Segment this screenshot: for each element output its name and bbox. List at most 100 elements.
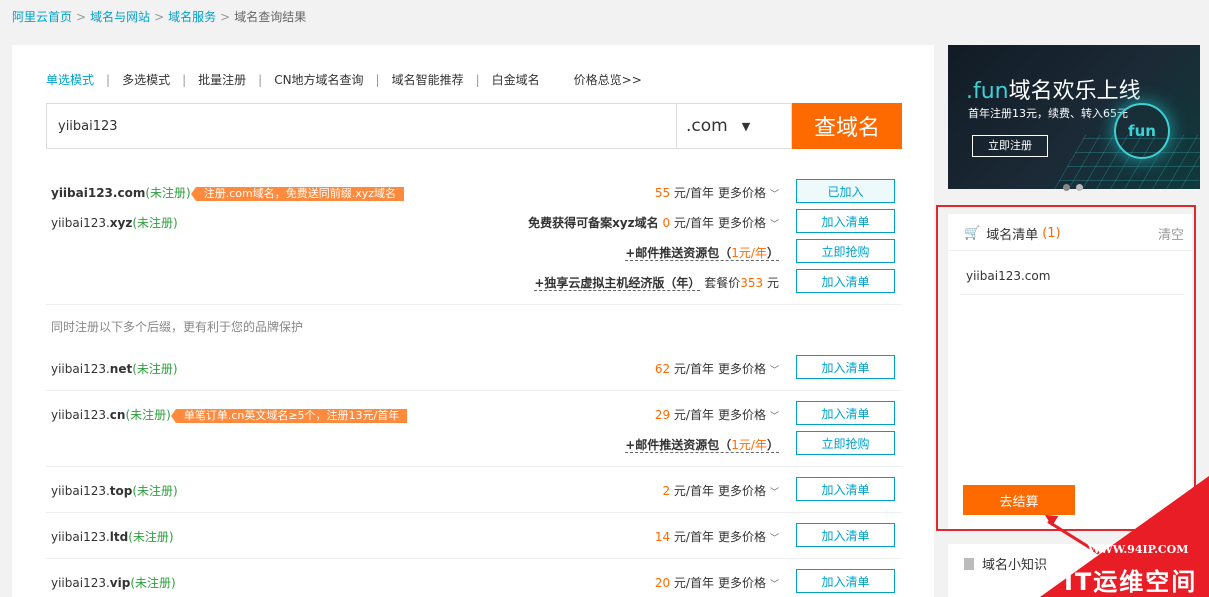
more-prices-link[interactable]: 更多价格 xyxy=(718,576,766,590)
banner-title: .fun域名欢乐上线 xyxy=(966,73,1141,105)
price-unit: 元/首年 xyxy=(673,530,714,544)
addon-row-mail: +邮件推送资源包（1元/年） 立即抢购 xyxy=(46,239,901,263)
domain-suffix: xyz xyxy=(109,216,133,230)
breadcrumb-separator: > xyxy=(220,10,231,24)
chevron-down-icon: ﹀ xyxy=(769,220,779,230)
price-unit: 元/首年 xyxy=(673,576,714,590)
tab-platinum-domain[interactable]: 白金域名 xyxy=(492,71,540,88)
result-row-com: yiibai123.com(未注册) 注册.com域名，免费送同前缀.xyz域名 … xyxy=(46,179,901,203)
addon-close: ） xyxy=(766,246,779,260)
more-prices-link[interactable]: 更多价格 xyxy=(718,530,766,544)
price-value: 20 xyxy=(654,576,671,590)
breadcrumb: 阿里云首页 > 域名与网站 > 域名服务 > 域名查询结果 xyxy=(12,8,306,25)
domain-price: 55 元/首年 更多价格 ﹀ xyxy=(655,184,779,201)
price-overview-link[interactable]: 价格总览>> xyxy=(574,71,642,88)
domain-name: yiibai123.ltd(未注册) xyxy=(51,528,174,545)
price-value: 2 xyxy=(662,484,671,498)
promo-tag: 单笔订单.cn英文域名≥5个，注册13元/首年 xyxy=(170,408,408,423)
addon-price: 1元/年 xyxy=(731,438,767,452)
suffix-hint: 同时注册以下多个后缀，更有利于您的品牌保护 xyxy=(51,320,304,334)
divider xyxy=(46,390,901,391)
addon-text: +独享云虚拟主机经济版（年） 套餐价353 元 xyxy=(534,274,779,291)
divider xyxy=(46,304,901,305)
add-to-list-button[interactable]: 加入清单 xyxy=(796,523,895,547)
result-row-cn: yiibai123.cn(未注册) 单笔订单.cn英文域名≥5个，注册13元/首年… xyxy=(46,401,901,425)
tab-cn-local[interactable]: CN地方域名查询 xyxy=(274,71,363,88)
search-domain-button[interactable]: 查域名 xyxy=(792,103,902,149)
more-prices-link[interactable]: 更多价格 xyxy=(718,216,766,230)
mode-tabs: 单选模式 | 多选模式 | 批量注册 | CN地方域名查询 | 域名智能推荐 |… xyxy=(46,71,642,88)
addon-row-vhost: +独享云虚拟主机经济版（年） 套餐价353 元 加入清单 xyxy=(46,269,901,293)
breadcrumb-section-link[interactable]: 域名与网站 xyxy=(90,10,150,24)
tab-single-mode[interactable]: 单选模式 xyxy=(46,71,94,88)
addon-unit: 元 xyxy=(766,276,779,290)
domain-price: 2 元/首年 更多价格 ﹀ xyxy=(662,482,779,499)
domain-name: yiibai123.net(未注册) xyxy=(51,360,178,377)
domain-search-input[interactable] xyxy=(46,103,676,149)
divider xyxy=(46,558,901,559)
breadcrumb-sub-link[interactable]: 域名服务 xyxy=(168,10,216,24)
breadcrumb-separator: > xyxy=(76,10,87,24)
more-prices-link[interactable]: 更多价格 xyxy=(718,408,766,422)
domain-prefix: yiibai123. xyxy=(51,530,110,544)
add-to-list-button[interactable]: 加入清单 xyxy=(796,355,895,379)
domain-name: yiibai123.vip(未注册) xyxy=(51,574,176,591)
promo-banner[interactable]: .fun域名欢乐上线 首年注册13元，续费、转入65元 立即注册 fun xyxy=(948,45,1200,189)
banner-register-button[interactable]: 立即注册 xyxy=(972,135,1048,157)
promo-tag: 注册.com域名，免费送同前缀.xyz域名 xyxy=(190,186,404,201)
breadcrumb-separator: > xyxy=(154,10,165,24)
tab-smart-recommend[interactable]: 域名智能推荐 xyxy=(392,71,464,88)
carousel-dot[interactable] xyxy=(1076,184,1083,191)
buy-now-button[interactable]: 立即抢购 xyxy=(796,239,895,263)
chevron-down-icon: ﹀ xyxy=(769,534,779,544)
domain-status: (未注册) xyxy=(132,362,178,376)
add-to-list-button[interactable]: 加入清单 xyxy=(796,477,895,501)
document-icon xyxy=(964,557,974,570)
added-button[interactable]: 已加入 xyxy=(796,179,895,203)
add-to-list-button[interactable]: 加入清单 xyxy=(796,569,895,593)
addon-text: +邮件推送资源包（1元/年） xyxy=(625,436,779,453)
domain-status: (未注册) xyxy=(128,530,174,544)
more-prices-link[interactable]: 更多价格 xyxy=(718,362,766,376)
domain-status: (未注册) xyxy=(132,216,178,230)
domain-suffix: ltd xyxy=(109,530,129,544)
domain-prefix: yiibai123. xyxy=(51,362,110,376)
more-prices-link[interactable]: 更多价格 xyxy=(718,186,766,200)
addon-link[interactable]: +独享云虚拟主机经济版（年） xyxy=(534,276,701,291)
domain-name: yiibai123.top(未注册) xyxy=(51,482,178,499)
addon-price: 1元/年 xyxy=(731,246,767,260)
price-unit: 元/首年 xyxy=(673,186,714,200)
add-to-list-button[interactable]: 加入清单 xyxy=(796,269,895,293)
result-row-net: yiibai123.net(未注册) 62 元/首年 更多价格 ﹀ 加入清单 xyxy=(46,355,901,379)
buy-now-button[interactable]: 立即抢购 xyxy=(796,431,895,455)
domain-price: 20 元/首年 更多价格 ﹀ xyxy=(655,574,779,591)
addon-close: ） xyxy=(766,438,779,452)
carousel-dot[interactable] xyxy=(1063,184,1070,191)
tab-batch-register[interactable]: 批量注册 xyxy=(198,71,246,88)
caret-down-icon: ▼ xyxy=(741,119,751,133)
highlight-frame xyxy=(936,205,1196,531)
domain-prefix: yiibai123. xyxy=(51,484,110,498)
chevron-down-icon: ﹀ xyxy=(769,190,779,200)
tab-divider: | xyxy=(475,72,480,87)
add-to-list-button[interactable]: 加入清单 xyxy=(796,209,895,233)
breadcrumb-home-link[interactable]: 阿里云首页 xyxy=(12,10,72,24)
breadcrumb-current: 域名查询结果 xyxy=(234,10,307,24)
domain-suffix: vip xyxy=(109,576,131,590)
banner-title-rest: 域名欢乐上线 xyxy=(1008,79,1141,104)
domain-name: yiibai123.xyz(未注册) xyxy=(51,214,178,231)
domain-text: yiibai123.com xyxy=(51,186,146,200)
addon-link[interactable]: +邮件推送资源包（1元/年） xyxy=(625,246,779,261)
price-value: 14 xyxy=(654,530,671,544)
addon-label: +邮件推送资源包（ xyxy=(625,438,732,452)
domain-prefix: yiibai123. xyxy=(51,216,110,230)
addon-link[interactable]: +邮件推送资源包（1元/年） xyxy=(625,438,779,453)
price-value: 0 xyxy=(662,216,671,230)
divider xyxy=(46,512,901,513)
domain-suffix: cn xyxy=(109,408,126,422)
domain-prefix: yiibai123. xyxy=(51,408,110,422)
add-to-list-button[interactable]: 加入清单 xyxy=(796,401,895,425)
tab-multi-mode[interactable]: 多选模式 xyxy=(122,71,170,88)
suffix-select[interactable]: .com ▼ xyxy=(676,103,792,149)
more-prices-link[interactable]: 更多价格 xyxy=(718,484,766,498)
